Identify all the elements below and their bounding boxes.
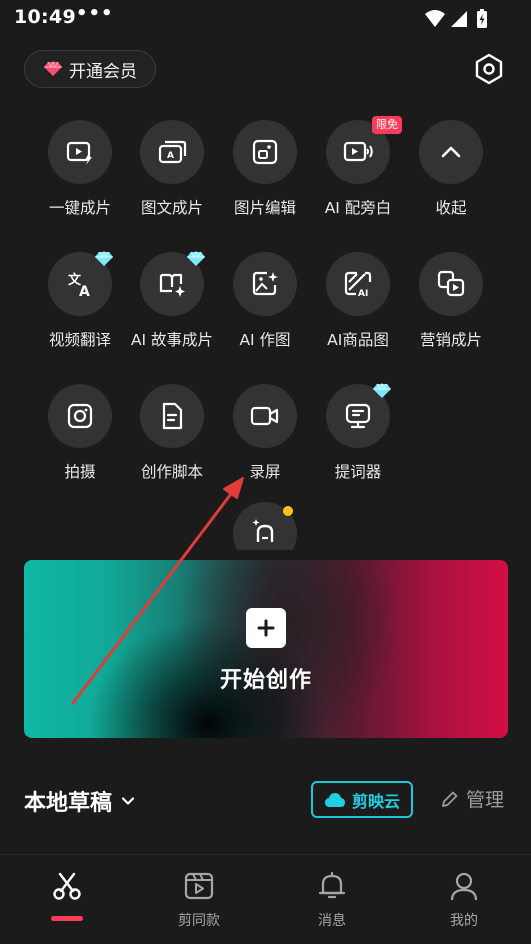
premium-diamond-icon [187, 251, 205, 266]
nav-messages[interactable]: 消息 [286, 870, 378, 934]
tool-label: 提词器 [334, 463, 382, 481]
local-drafts-title: 本地草稿 [24, 791, 113, 816]
tool-label: 营销成片 [419, 331, 482, 349]
tool-camera[interactable]: 拍摄 [34, 384, 126, 504]
nav-edit[interactable] [21, 870, 113, 934]
premium-diamond-icon [95, 251, 113, 266]
ai-product-image-icon: AI [344, 271, 372, 299]
local-drafts-dropdown[interactable]: 本地草稿 [24, 785, 136, 817]
pencil-icon [442, 791, 458, 807]
script-icon [162, 402, 183, 430]
svg-text:A: A [167, 151, 174, 161]
free-badge: 限免 [372, 116, 402, 134]
tool-ai-narration[interactable]: 限免 AI 配旁白 [312, 116, 404, 240]
notification-dot [283, 506, 293, 516]
status-more-icon: ••• [76, 3, 114, 24]
tool-collapse[interactable]: 收起 [405, 120, 497, 240]
ai-image-icon [252, 271, 278, 296]
chevron-up-icon [441, 146, 461, 158]
tool-label: 收起 [435, 199, 467, 217]
tool-one-click-video[interactable]: 一键成片 [34, 120, 126, 240]
tool-image-edit[interactable]: 图片编辑 [219, 120, 311, 240]
cloud-storage-label: 剪映云 [351, 791, 400, 811]
manage-button[interactable]: 管理 [440, 785, 504, 812]
battery-icon [477, 9, 487, 28]
scissors-icon [53, 872, 81, 900]
template-icon [184, 872, 214, 900]
cloud-icon [324, 792, 345, 807]
nav-label: 消息 [318, 913, 346, 929]
screen-record-icon [250, 406, 279, 426]
image-edit-icon [252, 139, 278, 165]
active-tab-indicator [51, 916, 83, 921]
camera-icon [67, 403, 93, 429]
nav-templates[interactable]: 剪同款 [153, 870, 245, 934]
nav-profile[interactable]: 我的 [418, 870, 510, 934]
svg-text:AI: AI [358, 289, 368, 299]
text-to-video-icon: A [158, 140, 187, 164]
cloud-storage-button[interactable]: 剪映云 [311, 781, 413, 818]
status-bar: 10:49 ••• [0, 0, 531, 36]
tool-more-partial[interactable] [233, 502, 297, 550]
profile-icon [450, 872, 478, 901]
tool-teleprompter[interactable]: 提词器 [312, 383, 404, 504]
nav-label: 我的 [450, 913, 478, 929]
vip-button[interactable]: 开通会员 [24, 50, 156, 88]
video-translate-icon: 文 A [68, 272, 90, 299]
tool-text-to-video[interactable]: A 图文成片 [126, 120, 218, 240]
tool-script[interactable]: 创作脚本 [126, 384, 218, 504]
bell-icon [318, 871, 346, 899]
status-time: 10:49 [14, 6, 76, 28]
status-icons [425, 9, 487, 28]
ai-story-icon [159, 273, 185, 297]
settings-hexagon-icon [475, 53, 503, 85]
start-creating-card[interactable]: 开始创作 [24, 560, 508, 738]
diamond-icon [44, 61, 62, 76]
one-click-video-icon [66, 141, 92, 165]
plus-icon [246, 608, 286, 648]
premium-diamond-icon [373, 383, 391, 398]
ai-narration-icon [343, 141, 373, 162]
tool-ai-product-image[interactable]: AI AI商品图 [312, 252, 404, 372]
tool-ai-image[interactable]: AI 作图 [219, 252, 311, 372]
tool-screen-record[interactable]: 录屏 [219, 384, 311, 504]
signal-icon [451, 11, 467, 27]
manage-label: 管理 [466, 789, 505, 811]
tool-marketing-video[interactable]: 营销成片 [405, 252, 497, 372]
nav-divider [0, 854, 531, 855]
ai-sparkle-icon [252, 519, 274, 542]
nav-label: 剪同款 [178, 913, 220, 929]
teleprompter-icon [345, 403, 371, 429]
marketing-video-icon [437, 270, 465, 297]
start-creating-label: 开始创作 [219, 668, 312, 693]
vip-label: 开通会员 [69, 61, 137, 82]
tool-video-translate[interactable]: 文 A 视频翻译 [34, 251, 126, 372]
wifi-icon [425, 10, 445, 27]
chevron-down-icon [121, 797, 135, 805]
tool-ai-story[interactable]: AI 故事成片 [126, 251, 218, 372]
svg-text:A: A [79, 284, 90, 299]
settings-button[interactable] [470, 50, 508, 88]
